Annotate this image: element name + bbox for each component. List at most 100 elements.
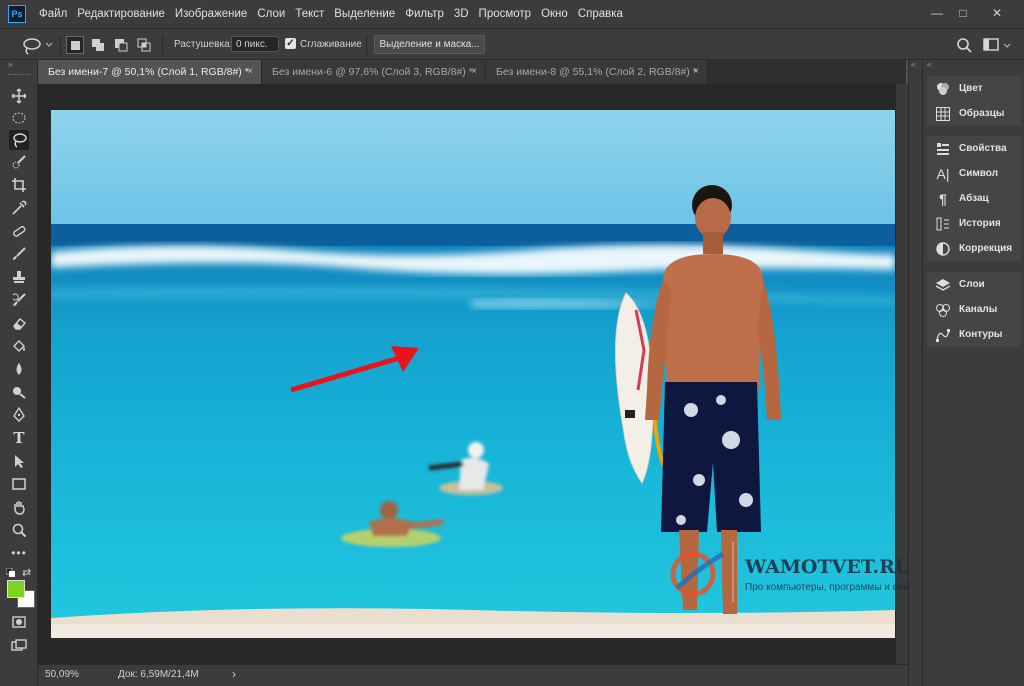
panels-dock: « Цвет Образцы Свойства A| Символ ¶ Абза… bbox=[922, 60, 1024, 686]
crop-icon bbox=[12, 178, 26, 192]
tool-preset-picker[interactable] bbox=[20, 35, 54, 55]
panel-paths[interactable]: Контуры bbox=[927, 322, 1021, 347]
eraser-tool[interactable] bbox=[9, 313, 29, 333]
new-selection-icon bbox=[70, 40, 80, 50]
panel-layers[interactable]: Слои bbox=[927, 272, 1021, 297]
paths-icon bbox=[935, 327, 951, 343]
feather-input[interactable]: 0 пикс. bbox=[231, 36, 279, 52]
brush-icon bbox=[13, 247, 26, 260]
panel-group-color: Цвет Образцы bbox=[927, 76, 1021, 126]
new-selection-button[interactable] bbox=[66, 36, 84, 54]
menu-bar: Ps Файл Редактирование Изображение Слои … bbox=[0, 0, 1024, 28]
tab-document-8[interactable]: Без имени-8 @ 55,1% (Слой 2, RGB/8#) * × bbox=[486, 60, 708, 84]
panel-properties[interactable]: Свойства bbox=[927, 136, 1021, 161]
close-tab-icon[interactable]: × bbox=[471, 60, 477, 84]
document-tabs: Без имени-7 @ 50,1% (Слой 1, RGB/8#) * ×… bbox=[38, 60, 906, 84]
brush-tool[interactable] bbox=[9, 244, 29, 264]
ellipsis-icon: ••• bbox=[11, 546, 27, 560]
ellipse-marquee-icon bbox=[12, 112, 26, 124]
blur-tool[interactable] bbox=[9, 359, 29, 379]
menu-file[interactable]: Файл bbox=[34, 8, 72, 20]
swap-colors-icon[interactable]: ⇄ bbox=[22, 566, 31, 579]
workspace-switcher[interactable] bbox=[982, 36, 1016, 54]
marquee-tool[interactable] bbox=[9, 108, 29, 128]
watermark-title: WAMOTVET.RU bbox=[745, 556, 912, 578]
panel-group-layers: Слои Каналы Контуры bbox=[927, 272, 1021, 347]
eyedropper-tool[interactable] bbox=[9, 198, 29, 218]
swatches-icon bbox=[935, 106, 951, 122]
history-brush-tool[interactable] bbox=[9, 290, 29, 310]
menu-3d[interactable]: 3D bbox=[449, 8, 474, 20]
tab-document-6[interactable]: Без имени-6 @ 97,6% (Слой 3, RGB/8#) * × bbox=[262, 60, 486, 84]
subtract-selection-button[interactable] bbox=[112, 36, 130, 54]
menu-layers[interactable]: Слои bbox=[252, 8, 290, 20]
quick-mask-button[interactable] bbox=[9, 612, 29, 632]
status-menu-arrow[interactable]: › bbox=[232, 667, 236, 681]
healing-brush-tool[interactable] bbox=[9, 221, 29, 241]
panel-label: Образцы bbox=[959, 108, 1005, 119]
panel-character[interactable]: A| Символ bbox=[927, 161, 1021, 186]
pen-tool[interactable] bbox=[9, 405, 29, 425]
panel-history[interactable]: История bbox=[927, 211, 1021, 236]
close-button[interactable]: ✕ bbox=[986, 4, 1008, 22]
zoom-level[interactable]: 50,09% bbox=[45, 669, 79, 680]
channels-icon bbox=[935, 302, 951, 318]
menu-help[interactable]: Справка bbox=[573, 8, 628, 20]
collapse-arrows-icon[interactable]: » bbox=[8, 60, 12, 69]
intersect-selection-button[interactable] bbox=[135, 36, 153, 54]
path-select-tool[interactable] bbox=[9, 451, 29, 471]
move-tool[interactable] bbox=[9, 86, 29, 106]
panel-label: Слои bbox=[959, 279, 985, 290]
foreground-color-swatch[interactable] bbox=[7, 580, 25, 598]
panel-channels[interactable]: Каналы bbox=[927, 297, 1021, 322]
search-button[interactable] bbox=[955, 36, 973, 54]
menu-window[interactable]: Окно bbox=[536, 8, 573, 20]
adjustments-icon bbox=[935, 241, 951, 257]
close-tab-icon[interactable]: × bbox=[693, 60, 699, 84]
drop-icon bbox=[16, 363, 22, 375]
quick-select-tool[interactable] bbox=[9, 152, 29, 172]
panel-swatches[interactable]: Образцы bbox=[927, 101, 1021, 126]
antialias-checkbox[interactable]: ✓ bbox=[285, 38, 296, 49]
paint-bucket-tool[interactable] bbox=[9, 336, 29, 356]
add-selection-button[interactable] bbox=[89, 36, 107, 54]
collapse-arrows-icon[interactable]: « bbox=[911, 60, 915, 69]
zoom-tool[interactable] bbox=[9, 520, 29, 540]
menu-image[interactable]: Изображение bbox=[170, 8, 252, 20]
close-tab-icon[interactable]: × bbox=[247, 60, 253, 84]
eraser-icon bbox=[13, 318, 26, 330]
panel-label: Абзац bbox=[959, 193, 989, 204]
maximize-button[interactable]: □ bbox=[952, 4, 974, 22]
menu-view[interactable]: Просмотр bbox=[474, 8, 537, 20]
menu-text[interactable]: Текст bbox=[290, 8, 329, 20]
minimize-button[interactable]: — bbox=[926, 4, 948, 22]
more-tools-button[interactable]: ••• bbox=[9, 543, 29, 563]
quick-mask-icon bbox=[12, 616, 26, 628]
panel-label: Коррекция bbox=[959, 243, 1013, 254]
type-tool[interactable]: T bbox=[9, 428, 29, 448]
rectangle-tool[interactable] bbox=[9, 474, 29, 494]
lasso-icon bbox=[13, 133, 27, 148]
dodge-tool[interactable] bbox=[9, 382, 29, 402]
select-and-mask-button[interactable]: Выделение и маска... bbox=[374, 35, 485, 54]
menu-edit[interactable]: Редактирование bbox=[72, 8, 170, 20]
document-size: Док: 6,59M/21,4M bbox=[118, 669, 199, 680]
tab-document-7[interactable]: Без имени-7 @ 50,1% (Слой 1, RGB/8#) * × bbox=[38, 60, 262, 84]
photoshop-logo[interactable]: Ps bbox=[8, 5, 26, 23]
screen-mode-button[interactable] bbox=[9, 636, 29, 656]
panel-collapse-strip[interactable]: « bbox=[908, 60, 922, 686]
panel-adjustments[interactable]: Коррекция bbox=[927, 236, 1021, 261]
toolbar-grip[interactable] bbox=[8, 74, 30, 77]
expand-panels-icon[interactable]: « bbox=[927, 60, 931, 69]
panel-paragraph[interactable]: ¶ Абзац bbox=[927, 186, 1021, 211]
menu-filter[interactable]: Фильтр bbox=[400, 8, 449, 20]
lasso-tool[interactable] bbox=[9, 130, 29, 150]
hand-tool[interactable] bbox=[9, 497, 29, 517]
clone-stamp-tool[interactable] bbox=[9, 267, 29, 287]
watermark-subtitle: Про компьютеры, программы и сайты bbox=[745, 582, 921, 593]
divider bbox=[162, 35, 163, 55]
panel-label: Символ bbox=[959, 168, 998, 179]
panel-color[interactable]: Цвет bbox=[927, 76, 1021, 101]
menu-select[interactable]: Выделение bbox=[329, 8, 400, 20]
crop-tool[interactable] bbox=[9, 175, 29, 195]
